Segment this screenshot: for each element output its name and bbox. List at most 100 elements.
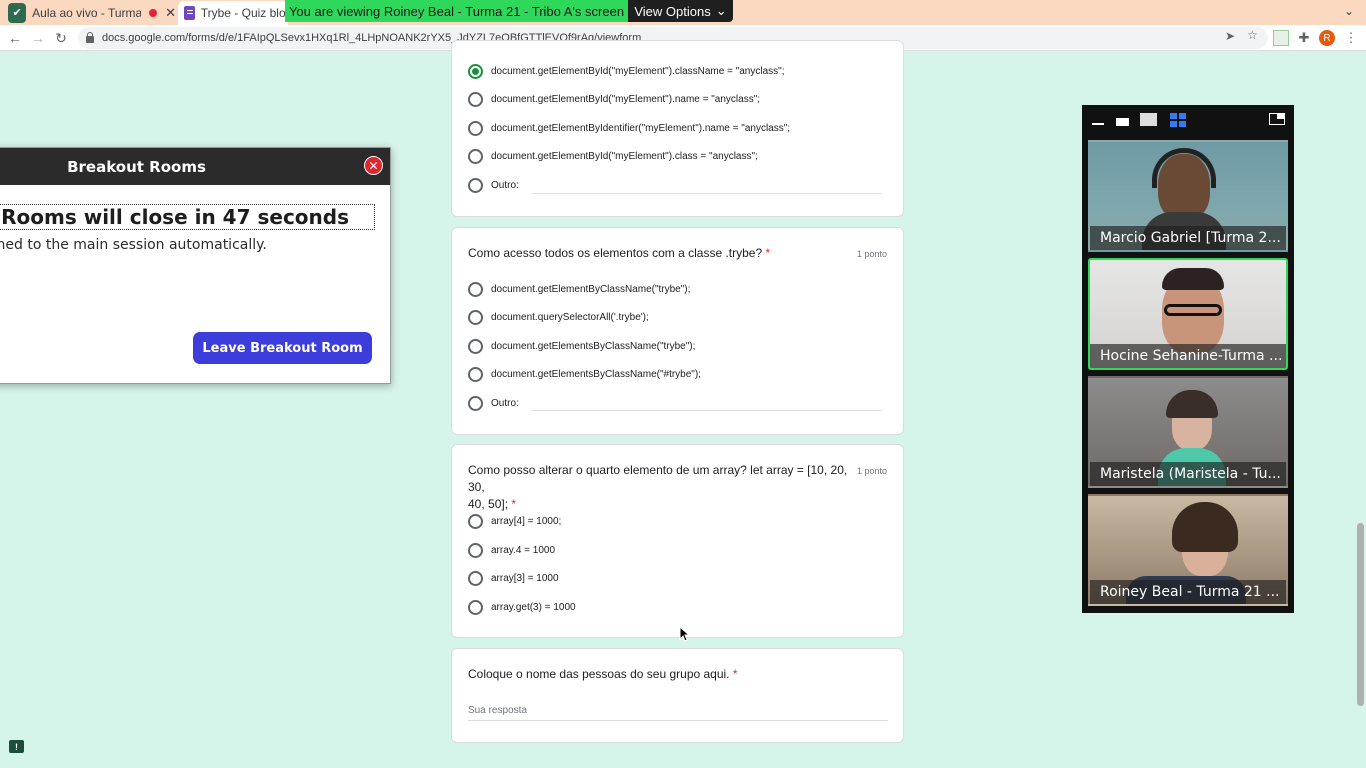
option-label: document.getElementsByClassName("trybe")… — [491, 340, 696, 352]
question-title: Como posso alterar o quarto elemento de … — [468, 462, 848, 513]
question-text-line-1: Como posso alterar o quarto elemento de … — [468, 463, 848, 494]
question-text-line-2: 40, 50]; — [468, 497, 509, 511]
screen-share-banner: You are viewing Roiney Beal - Turma 21 -… — [285, 0, 628, 22]
question-card-element-class: document.getElementById("myElement").cla… — [451, 40, 904, 217]
participant-tile[interactable]: Maristela (Maristela - Tu... — [1088, 376, 1288, 488]
option-name[interactable]: document.getElementById("myElement").nam… — [468, 91, 760, 107]
other-text-field[interactable] — [532, 193, 882, 194]
option-2[interactable]: array.4 = 1000 — [468, 542, 555, 558]
required-asterisk: * — [732, 667, 738, 681]
question-card-class-trybe: Como acesso todos os elementos com a cla… — [451, 227, 904, 435]
radio-icon[interactable] — [468, 120, 483, 136]
option-other[interactable]: Outro: — [468, 395, 519, 411]
participant-name: Hocine Sehanine-Turma ... — [1090, 344, 1286, 368]
participant-name: Maristela (Maristela - Tu... — [1090, 462, 1286, 486]
forward-arrow-icon[interactable]: → — [28, 28, 48, 48]
participant-name: Marcio Gabriel [Turma 2... — [1090, 226, 1286, 250]
option-label: array[3] = 1000 — [491, 572, 559, 584]
headset-icon — [1152, 148, 1216, 188]
option-other[interactable]: Outro: — [468, 177, 519, 193]
other-text-field[interactable] — [532, 410, 882, 411]
tab-search-chevron-icon[interactable]: ⌄ — [1344, 4, 1354, 18]
required-asterisk: * — [511, 497, 517, 511]
recording-indicator-icon — [149, 8, 158, 17]
radio-icon[interactable] — [468, 338, 483, 354]
points-label: 1 ponto — [856, 466, 887, 476]
tab-quiz-form[interactable]: Trybe - Quiz bloco — [178, 1, 288, 25]
speaker-view-icon[interactable] — [1140, 113, 1157, 126]
tab-title: Trybe - Quiz bloco — [200, 6, 288, 20]
browser-menu-icon[interactable]: ⋮ — [1343, 30, 1359, 46]
option-4[interactable]: document.getElementsByClassName("#trybe"… — [468, 366, 701, 382]
points-label: 1 ponto — [856, 249, 887, 259]
participant-tile[interactable]: Marcio Gabriel [Turma 2... — [1088, 140, 1288, 252]
question-title: Como acesso todos os elementos com a cla… — [468, 245, 770, 262]
radio-selected-icon[interactable] — [468, 63, 483, 79]
bookmark-star-icon[interactable]: ☆ — [1247, 28, 1258, 42]
radio-icon[interactable] — [468, 177, 483, 193]
radio-icon[interactable] — [468, 366, 483, 382]
option-label: document.getElementById("myElement").cla… — [491, 65, 785, 77]
profile-avatar[interactable]: R — [1319, 30, 1335, 46]
question-text: Coloque o nome das pessoas do seu grupo … — [468, 667, 730, 681]
shield-favicon-icon: ✔ — [8, 2, 27, 23]
tab-title: Aula ao vivo - Turma 2 — [32, 5, 142, 20]
participant-tile-active-speaker[interactable]: Hocine Sehanine-Turma ... — [1088, 258, 1288, 370]
close-icon[interactable]: ✕ — [364, 156, 383, 175]
option-4[interactable]: array.get(3) = 1000 — [468, 599, 576, 615]
page-scrollbar-thumb[interactable] — [1357, 523, 1364, 706]
extensions-puzzle-icon[interactable]: ✚ — [1296, 30, 1312, 46]
google-forms-favicon-icon — [184, 6, 195, 20]
send-to-device-icon[interactable]: ➤ — [1225, 29, 1235, 43]
answer-input[interactable]: Sua resposta — [468, 705, 527, 716]
option-label: array.get(3) = 1000 — [491, 601, 576, 613]
back-arrow-icon[interactable]: ← — [5, 28, 25, 48]
dialog-title: Breakout Rooms — [0, 148, 390, 185]
option-label: document.getElementById("myElement").cla… — [491, 150, 758, 162]
tab-live-class[interactable]: ✔ Aula ao vivo - Turma 2 ✕ — [4, 2, 176, 23]
leave-breakout-room-button[interactable]: Leave Breakout Room — [193, 332, 372, 364]
minimize-video-icon[interactable] — [1092, 123, 1104, 125]
option-label: document.querySelectorAll('.trybe'); — [491, 311, 649, 323]
hide-video-icon[interactable] — [1116, 118, 1129, 126]
option-class[interactable]: document.getElementById("myElement").cla… — [468, 148, 758, 164]
option-identifier[interactable]: document.getElementByIdentifier("myEleme… — [468, 120, 790, 136]
reload-icon[interactable]: ↻ — [51, 28, 71, 48]
return-note-text: rned to the main session automatically. — [0, 237, 267, 253]
radio-icon[interactable] — [468, 281, 483, 297]
option-classname[interactable]: document.getElementById("myElement").cla… — [468, 63, 784, 79]
option-3[interactable]: document.getElementsByClassName("trybe")… — [468, 338, 695, 354]
option-label: array.4 = 1000 — [491, 544, 556, 556]
other-label: Outro: — [491, 397, 519, 409]
countdown-text: Rooms will close in 47 seconds — [0, 204, 375, 230]
option-label: document.getElementsByClassName("#trybe"… — [491, 368, 701, 380]
radio-icon[interactable] — [468, 513, 483, 529]
radio-icon[interactable] — [468, 309, 483, 325]
option-1[interactable]: array[4] = 1000; — [468, 513, 561, 529]
mouse-cursor-icon — [679, 625, 691, 642]
pop-out-icon[interactable] — [1269, 113, 1285, 125]
radio-icon[interactable] — [468, 91, 483, 107]
option-label: document.getElementByIdentifier("myEleme… — [491, 122, 791, 134]
other-label: Outro: — [491, 179, 519, 191]
question-title: Coloque o nome das pessoas do seu grupo … — [468, 666, 738, 683]
tab-close-icon[interactable]: ✕ — [165, 5, 176, 21]
question-card-array: Como posso alterar o quarto elemento de … — [451, 444, 904, 638]
participant-tile[interactable]: Roiney Beal - Turma 21 ... — [1088, 494, 1288, 606]
radio-icon[interactable] — [468, 148, 483, 164]
radio-icon[interactable] — [468, 599, 483, 615]
radio-icon[interactable] — [468, 542, 483, 558]
view-options-button[interactable]: View Options ⌄ — [628, 0, 733, 22]
option-2[interactable]: document.querySelectorAll('.trybe'); — [468, 309, 649, 325]
question-text: Como acesso todos os elementos com a cla… — [468, 246, 763, 260]
radio-icon[interactable] — [468, 395, 483, 411]
answer-input-underline — [468, 720, 888, 721]
report-feedback-icon[interactable]: ! — [9, 740, 24, 753]
lock-icon — [86, 32, 94, 43]
radio-icon[interactable] — [468, 570, 483, 586]
option-3[interactable]: array[3] = 1000 — [468, 570, 559, 586]
extension-sheets-icon[interactable] — [1273, 30, 1289, 46]
gallery-view-icon[interactable] — [1170, 113, 1186, 127]
option-label: document.getElementByClassName("trybe"); — [491, 283, 691, 295]
option-1[interactable]: document.getElementByClassName("trybe"); — [468, 281, 690, 297]
